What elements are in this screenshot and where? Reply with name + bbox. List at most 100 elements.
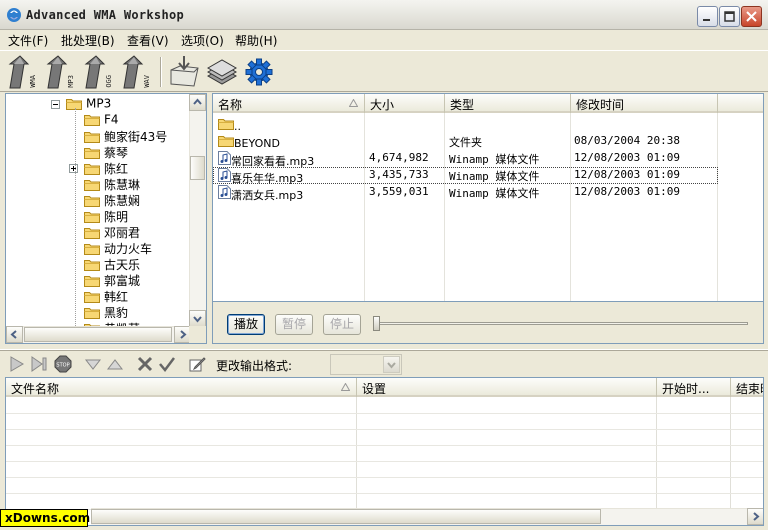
grid-header: 文件名称 设置 开始时... 结束时 bbox=[6, 378, 763, 397]
convert-to-ogg-button[interactable]: OGG bbox=[82, 54, 116, 90]
play-icon[interactable] bbox=[8, 355, 26, 373]
folder-icon bbox=[84, 115, 100, 126]
scroll-thumb[interactable] bbox=[190, 156, 205, 180]
menu-help[interactable]: 帮助(H) bbox=[235, 32, 277, 49]
minimize-icon bbox=[703, 19, 710, 21]
pause-button[interactable]: 暂停 bbox=[275, 314, 313, 335]
audio-file-icon bbox=[218, 151, 231, 165]
tree-item[interactable]: F4 bbox=[84, 112, 119, 128]
column-size[interactable]: 大小 bbox=[365, 94, 445, 113]
playback-slider-thumb[interactable] bbox=[373, 316, 380, 331]
tree-item[interactable]: 蔡琴 bbox=[84, 144, 128, 160]
folder-tree[interactable]: MP3 F4 鲍家街43号 蔡琴陈红陈慧琳陈慧娴陈明 邓丽君动力火车 古天乐郭富城 韩红 黑豹… bbox=[5, 93, 207, 344]
close-button[interactable] bbox=[741, 6, 762, 27]
convert-to-mp3-button[interactable]: MP3 bbox=[44, 54, 78, 90]
main-toolbar: WMA MP3 OGG WAV bbox=[0, 50, 768, 92]
file-type: 文件夹 bbox=[449, 136, 482, 149]
tree-item-label: 陈红 bbox=[104, 162, 129, 176]
folder-icon bbox=[84, 276, 100, 287]
check-icon[interactable] bbox=[158, 355, 176, 373]
tree-item[interactable]: 鲍家街43号 bbox=[84, 128, 167, 144]
play-selected-icon[interactable] bbox=[30, 355, 48, 373]
tree-item[interactable]: 动力火车 bbox=[84, 240, 152, 256]
toolbar-separator bbox=[160, 57, 162, 87]
tree-item-label: 陈慧娴 bbox=[104, 194, 141, 208]
play-button[interactable]: 播放 bbox=[227, 314, 265, 335]
column-start-time[interactable]: 开始时... bbox=[657, 378, 731, 397]
open-folder-button[interactable] bbox=[168, 54, 202, 90]
output-format-select[interactable] bbox=[330, 354, 402, 375]
column-type[interactable]: 类型 bbox=[445, 94, 571, 113]
scroll-up-button[interactable] bbox=[189, 94, 206, 111]
folder-icon bbox=[84, 308, 100, 319]
tree-item[interactable]: 陈红 bbox=[84, 160, 128, 176]
folder-icon bbox=[84, 292, 100, 303]
remove-icon[interactable] bbox=[136, 355, 154, 373]
tree-item[interactable]: MP3 bbox=[66, 96, 111, 112]
tree-vertical-scrollbar[interactable] bbox=[189, 94, 206, 327]
move-down-icon[interactable] bbox=[84, 355, 102, 373]
collapse-toggle[interactable] bbox=[51, 100, 60, 109]
tree-connector bbox=[75, 108, 76, 343]
tree-item[interactable]: 韩红 bbox=[84, 288, 128, 304]
column-file-name[interactable]: 文件名称 bbox=[6, 378, 357, 397]
file-type: Winamp 媒体文件 bbox=[449, 170, 540, 183]
tree-item-label: 郭富城 bbox=[104, 274, 141, 288]
tree-item[interactable]: 黑豹 bbox=[84, 304, 128, 320]
menu-batch[interactable]: 批处理(B) bbox=[61, 32, 115, 49]
menu-options[interactable]: 选项(O) bbox=[181, 32, 224, 49]
tree-item-label: 陈明 bbox=[104, 210, 129, 224]
scroll-left-button[interactable] bbox=[6, 326, 23, 343]
settings-button[interactable] bbox=[244, 54, 278, 90]
tree-item[interactable]: 陈慧娴 bbox=[84, 192, 140, 208]
scroll-thumb[interactable] bbox=[91, 509, 601, 524]
sort-ascending-icon bbox=[349, 99, 358, 107]
file-size: 4,674,982 bbox=[369, 151, 429, 164]
dropdown-button[interactable] bbox=[383, 356, 400, 373]
file-row[interactable]: BEYOND 文件夹 08/03/2004 20:38 bbox=[213, 133, 763, 150]
file-row[interactable]: 常回家看看.mp3 4,674,982 Winamp 媒体文件 12/08/2003 … bbox=[213, 150, 763, 168]
edit-icon[interactable] bbox=[188, 355, 206, 373]
tree-item[interactable]: 邓丽君 bbox=[84, 224, 140, 240]
column-settings[interactable]: 设置 bbox=[357, 378, 657, 397]
convert-to-wav-button[interactable]: WAV bbox=[120, 54, 154, 90]
file-modified: 08/03/2004 20:38 bbox=[574, 134, 680, 147]
convert-to-wma-button[interactable]: WMA bbox=[6, 54, 40, 90]
file-row[interactable]: 潇洒女兵.mp3 3,559,031 Winamp 媒体文件 12/08/2003 0… bbox=[213, 184, 763, 202]
scroll-down-button[interactable] bbox=[189, 310, 206, 327]
column-name[interactable]: 名称 bbox=[213, 94, 365, 113]
file-row[interactable]: .. bbox=[213, 116, 763, 133]
file-list-header: 名称 大小 类型 修改时间 bbox=[213, 94, 763, 113]
file-list[interactable]: 名称 大小 类型 修改时间 .. BEYOND 文件夹 08/03/2004 20:3… bbox=[212, 93, 764, 302]
scroll-right-button[interactable] bbox=[747, 508, 763, 525]
arrow-up-icon bbox=[193, 98, 202, 105]
tree-horizontal-scrollbar[interactable] bbox=[6, 326, 191, 343]
playback-position-slider[interactable] bbox=[378, 322, 748, 325]
tree-item[interactable]: 陈慧琳 bbox=[84, 176, 140, 192]
minimize-button[interactable] bbox=[697, 6, 718, 27]
folder-icon bbox=[218, 136, 234, 147]
batch-files-button[interactable] bbox=[206, 54, 240, 90]
scroll-thumb[interactable] bbox=[24, 327, 172, 342]
stop-icon[interactable]: STOP bbox=[54, 355, 72, 373]
maximize-button[interactable] bbox=[719, 6, 740, 27]
file-row[interactable]: 喜乐年华.mp3 3,435,733 Winamp 媒体文件 12/08/2003 0… bbox=[213, 167, 718, 185]
tree-item[interactable]: 陈明 bbox=[84, 208, 128, 224]
tree-item[interactable]: 郭富城 bbox=[84, 272, 140, 288]
stop-button[interactable]: 停止 bbox=[323, 314, 361, 335]
audio-file-icon bbox=[218, 185, 231, 199]
grid-horizontal-scrollbar[interactable] bbox=[91, 508, 763, 525]
arrow-left-icon bbox=[10, 330, 17, 339]
batch-job-grid[interactable]: 文件名称 设置 开始时... 结束时 bbox=[5, 377, 764, 526]
expand-toggle[interactable] bbox=[69, 164, 78, 173]
move-up-icon[interactable] bbox=[106, 355, 124, 373]
grid-row-line bbox=[6, 429, 763, 430]
tree-item-label: 陈慧琳 bbox=[104, 178, 141, 192]
tree-item[interactable]: 古天乐 bbox=[84, 256, 140, 272]
menu-file[interactable]: 文件(F) bbox=[8, 32, 48, 49]
grid-row-line bbox=[6, 493, 763, 494]
tree-item-label: 动力火车 bbox=[104, 242, 153, 256]
menu-view[interactable]: 查看(V) bbox=[127, 32, 169, 49]
column-modified[interactable]: 修改时间 bbox=[571, 94, 718, 113]
column-end-time[interactable]: 结束时 bbox=[731, 378, 763, 397]
